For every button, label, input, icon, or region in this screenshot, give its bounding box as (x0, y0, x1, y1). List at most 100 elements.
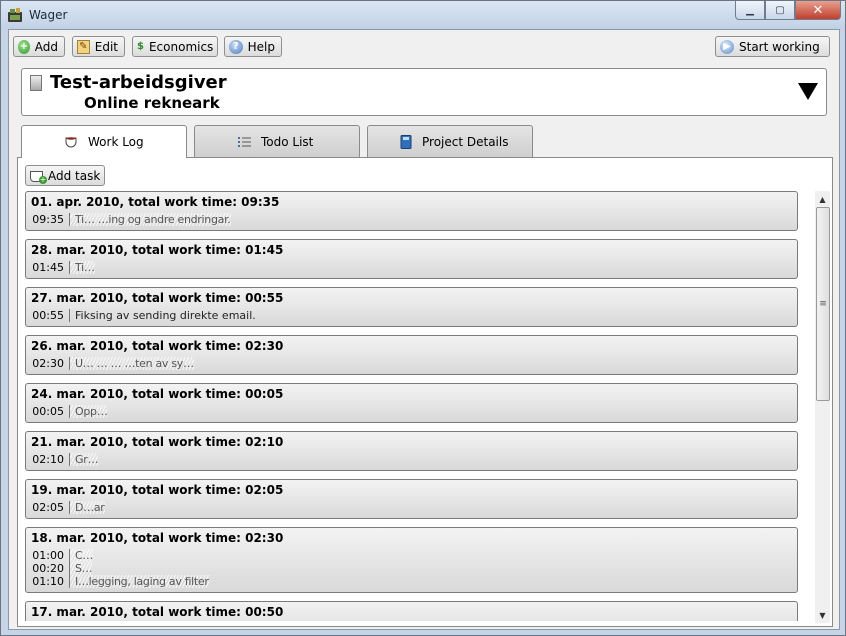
toolbar: + Add ✎ Edit $ Economics ? Help ▶ Start … (9, 30, 839, 64)
minimize-icon: ▁ (746, 4, 754, 16)
start-working-label: Start working (739, 39, 820, 54)
tab-todo-list-label: Todo List (261, 134, 314, 149)
log-entry[interactable]: 17. mar. 2010, total work time: 00:50 (25, 601, 798, 621)
entry-header: 28. mar. 2010, total work time: 01:45 (31, 243, 284, 257)
entry-header: 26. mar. 2010, total work time: 02:30 (31, 339, 284, 353)
close-button[interactable]: ✕ (795, 1, 841, 20)
add-button[interactable]: + Add (13, 36, 65, 57)
window-title: Wager (29, 8, 68, 22)
task-row: 01:45 Ti… (26, 261, 95, 274)
vertical-scrollbar[interactable]: ▲ ≡ ▼ (815, 191, 830, 623)
entry-header: 19. mar. 2010, total work time: 02:05 (31, 483, 284, 497)
task-row: 00:05 Opp… (26, 405, 108, 418)
dropdown-arrow-icon[interactable] (798, 83, 818, 100)
task-row: 01:10 I…legging, laging av filter (26, 575, 209, 588)
task-description: S… (70, 562, 93, 575)
log-entry[interactable]: 26. mar. 2010, total work time: 02:30 02… (25, 335, 798, 375)
add-button-label: Add (34, 39, 58, 54)
entry-header: 18. mar. 2010, total work time: 02:30 (31, 531, 284, 545)
edit-button[interactable]: ✎ Edit (72, 36, 125, 57)
task-description: Fiksing av sending direkte email. (75, 309, 256, 322)
task-time: 00:05 (26, 405, 70, 418)
book-icon (398, 134, 414, 149)
tab-todo-list[interactable]: Todo List (194, 125, 360, 157)
edit-icon: ✎ (77, 39, 90, 54)
entry-header: 21. mar. 2010, total work time: 02:10 (31, 435, 284, 449)
client-area: + Add ✎ Edit $ Economics ? Help ▶ Start … (8, 29, 840, 630)
help-button[interactable]: ? Help (224, 36, 282, 57)
log-entry[interactable]: 27. mar. 2010, total work time: 00:55 00… (25, 287, 798, 327)
minimize-button[interactable]: ▁ (735, 1, 765, 20)
work-log-list: 01. apr. 2010, total work time: 09:35 09… (25, 191, 800, 621)
task-row: 00:55 Fiksing av sending direkte email. (26, 309, 256, 322)
dollar-icon: $ (137, 41, 144, 52)
task-description: I…legging, laging av filter (70, 575, 209, 588)
tab-work-log-label: Work Log (88, 135, 144, 149)
log-entry[interactable]: 28. mar. 2010, total work time: 01:45 01… (25, 239, 798, 279)
play-icon: ▶ (720, 39, 734, 54)
title-bar[interactable]: Wager ▁ ▢ ✕ (1, 1, 845, 29)
task-time: 00:20 (26, 562, 70, 575)
help-button-label: Help (247, 39, 275, 54)
task-time: 00:55 (26, 309, 70, 322)
task-row: 09:35 Ti… …ing og andre endringar. (26, 213, 231, 226)
log-entry[interactable]: 21. mar. 2010, total work time: 02:10 02… (25, 431, 798, 471)
maximize-icon: ▢ (775, 4, 785, 16)
employer-name: Test-arbeidsgiver (50, 72, 227, 93)
coffee-cup-icon (64, 135, 80, 149)
task-time: 01:10 (26, 575, 70, 588)
task-description: Gr… (70, 453, 98, 466)
task-time: 02:30 (26, 357, 70, 370)
task-time: 02:10 (26, 453, 70, 466)
task-time: 09:35 (26, 213, 70, 226)
entry-header: 17. mar. 2010, total work time: 00:50 (31, 605, 284, 619)
task-time: 02:05 (26, 501, 70, 514)
employer-selector[interactable]: Test-arbeidsgiver Online rekneark (21, 68, 827, 116)
app-window: Wager ▁ ▢ ✕ + Add ✎ Edit $ Economics ? H… (0, 0, 846, 636)
tab-project-details-label: Project Details (422, 134, 509, 149)
entry-header: 24. mar. 2010, total work time: 00:05 (31, 387, 284, 401)
window-controls: ▁ ▢ ✕ (735, 1, 841, 21)
app-icon (8, 8, 22, 22)
task-description: C… (70, 549, 93, 562)
close-icon: ✕ (812, 2, 824, 18)
add-task-label: Add task (48, 168, 101, 183)
log-entry[interactable]: 24. mar. 2010, total work time: 00:05 00… (25, 383, 798, 423)
task-row: 02:05 D…ar (26, 501, 105, 514)
entry-header: 01. apr. 2010, total work time: 09:35 (31, 195, 280, 209)
log-entry[interactable]: 19. mar. 2010, total work time: 02:05 02… (25, 479, 798, 519)
work-log-panel: + Add task 01. apr. 2010, total work tim… (17, 157, 833, 627)
scrollbar-thumb[interactable]: ≡ (816, 207, 830, 401)
task-time: 01:00 (26, 549, 70, 562)
task-time: 01:45 (26, 261, 70, 274)
task-row: 01:00 C… (26, 549, 93, 562)
edit-button-label: Edit (94, 39, 118, 54)
scroll-up-arrow-icon[interactable]: ▲ (815, 191, 830, 207)
task-description: Opp… (70, 405, 108, 418)
task-row: 02:10 Gr… (26, 453, 98, 466)
log-entry[interactable]: 01. apr. 2010, total work time: 09:35 09… (25, 191, 798, 231)
economics-button-label: Economics (148, 39, 214, 54)
add-icon: + (18, 39, 30, 54)
scroll-down-arrow-icon[interactable]: ▼ (815, 607, 830, 623)
economics-button[interactable]: $ Economics (132, 36, 218, 57)
task-description: U… … … …ten av sy… (70, 357, 194, 370)
log-entry[interactable]: 18. mar. 2010, total work time: 02:30 01… (25, 527, 798, 593)
task-row: 00:20 S… (26, 562, 93, 575)
grip-icon: ≡ (819, 299, 827, 309)
help-icon: ? (229, 39, 243, 54)
list-icon (237, 135, 253, 149)
task-description: Ti… (70, 261, 95, 274)
maximize-button[interactable]: ▢ (765, 1, 795, 20)
tab-project-details[interactable]: Project Details (367, 125, 533, 157)
task-description: Ti… …ing og andre endringar. (70, 213, 231, 226)
tab-work-log[interactable]: Work Log (21, 125, 187, 158)
add-task-button[interactable]: + Add task (25, 165, 105, 186)
add-task-icon: + (30, 169, 47, 184)
task-description: D…ar (70, 501, 105, 514)
start-working-button[interactable]: ▶ Start working (715, 36, 830, 57)
building-icon (30, 75, 42, 91)
project-name: Online rekneark (84, 94, 220, 112)
task-row: 02:30 U… … … …ten av sy… (26, 357, 194, 370)
entry-header: 27. mar. 2010, total work time: 00:55 (31, 291, 284, 305)
